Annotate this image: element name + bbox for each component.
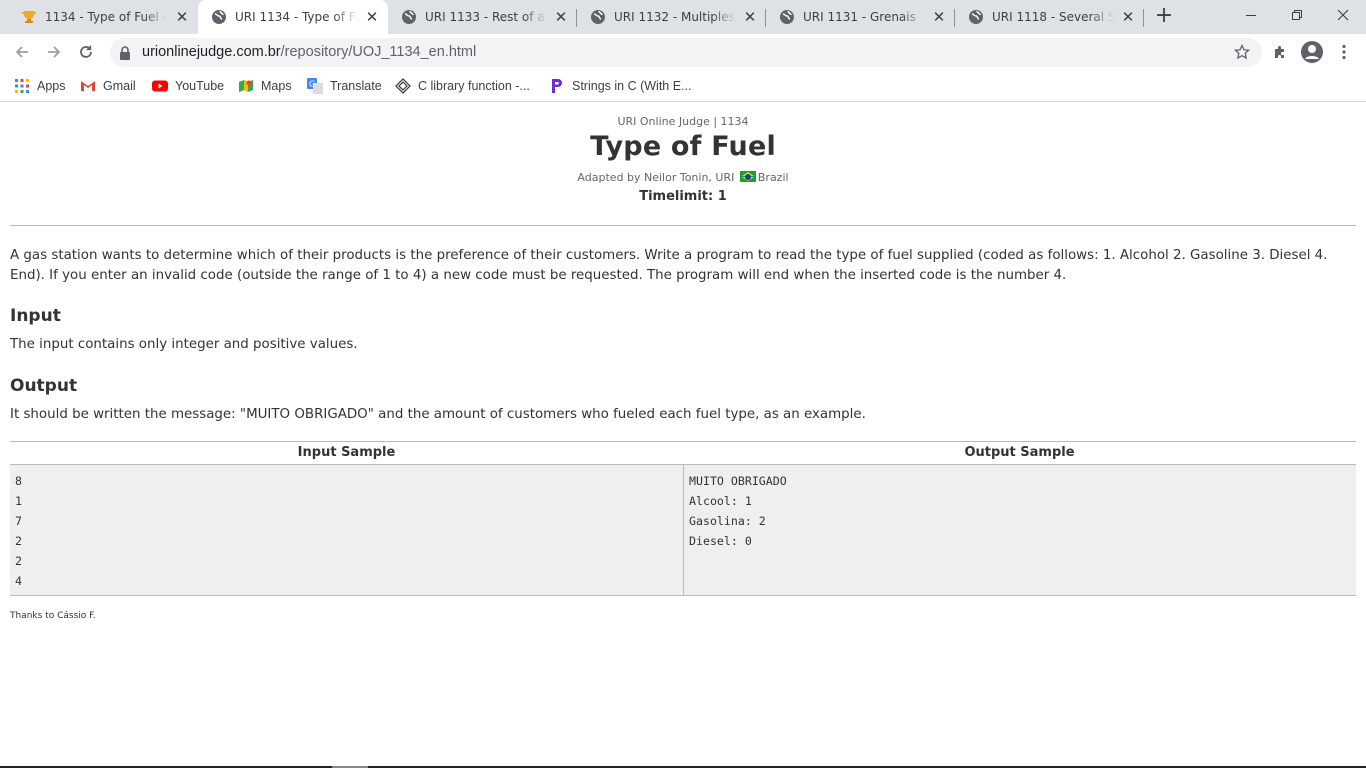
back-arrow-icon bbox=[15, 46, 28, 58]
problem-author: Adapted by Neilor Tonin, URI Brazil bbox=[0, 171, 1366, 184]
close-tab-icon[interactable]: ✕ bbox=[174, 9, 190, 25]
input-heading: Input bbox=[10, 306, 61, 326]
kebab-menu-icon bbox=[1342, 44, 1346, 60]
globe-icon bbox=[591, 10, 605, 24]
bookmark-apps[interactable]: Apps bbox=[14, 76, 66, 96]
bookmark-label: C library function -... bbox=[418, 79, 530, 93]
close-icon bbox=[1337, 9, 1349, 21]
c-library-icon bbox=[395, 78, 411, 94]
bookmarks-bar: Apps Gmail YouTube Maps G Translate C li… bbox=[0, 70, 1366, 102]
minimize-icon bbox=[1246, 15, 1256, 16]
gmail-icon bbox=[80, 78, 96, 94]
tab-1118-several-scores[interactable]: URI 1118 - Several Scores ✕ bbox=[955, 0, 1144, 34]
tab-title: URI 1134 - Type of Fuel bbox=[235, 10, 358, 24]
page-title: Type of Fuel bbox=[590, 131, 776, 162]
tab-title: URI 1118 - Several Scores bbox=[992, 10, 1114, 24]
input-sample-header: Input Sample bbox=[10, 442, 683, 465]
restore-icon bbox=[1292, 10, 1302, 20]
breadcrumb: URI Online Judge | 1134 bbox=[617, 115, 749, 128]
youtube-icon bbox=[152, 78, 168, 94]
tab-title: URI 1132 - Multiples of 13 bbox=[614, 10, 736, 24]
reload-button[interactable] bbox=[72, 38, 100, 66]
bookmark-label: Apps bbox=[37, 79, 66, 93]
lock-icon[interactable] bbox=[118, 45, 132, 61]
page-content: URI Online Judge | 1134 Type of Fuel Ada… bbox=[0, 103, 1366, 768]
author-text: Adapted by Neilor Tonin, URI bbox=[577, 171, 735, 184]
bookmark-label: Strings in C (With E... bbox=[572, 79, 692, 93]
close-tab-icon[interactable]: ✕ bbox=[1120, 9, 1136, 25]
apps-grid-icon bbox=[14, 78, 30, 94]
output-sample-box: MUITO OBRIGADO Alcool: 1 Gasolina: 2 Die… bbox=[684, 465, 1356, 596]
url-path: /repository/UOJ_1134_en.html bbox=[280, 44, 477, 60]
minimize-button[interactable] bbox=[1228, 0, 1274, 30]
close-tab-icon[interactable]: ✕ bbox=[742, 9, 758, 25]
problem-description: A gas station wants to determine which o… bbox=[10, 248, 1328, 283]
back-button[interactable] bbox=[8, 38, 36, 66]
forward-arrow-icon bbox=[48, 46, 61, 58]
bookmark-translate[interactable]: G Translate bbox=[307, 76, 382, 96]
tab-1131-grenais[interactable]: URI 1131 - Grenais ✕ bbox=[766, 0, 955, 34]
bookmark-label: Translate bbox=[330, 79, 382, 93]
close-window-button[interactable] bbox=[1320, 0, 1366, 30]
tab-1134-type-of-fuel[interactable]: URI 1134 - Type of Fuel ✕ bbox=[198, 0, 388, 34]
bookmark-label: Maps bbox=[261, 79, 292, 93]
input-description: The input contains only integer and posi… bbox=[10, 337, 358, 352]
output-sample-header: Output Sample bbox=[683, 442, 1356, 465]
bookmark-c-library[interactable]: C library function -... bbox=[395, 76, 530, 96]
tab-1133-rest-of-division[interactable]: URI 1133 - Rest of a Division ✕ bbox=[388, 0, 577, 34]
tab-strip: 1134 - Type of Fuel - URI Online Judge ✕… bbox=[0, 0, 1366, 34]
new-tab-button[interactable]: + bbox=[1152, 5, 1176, 29]
close-tab-icon[interactable]: ✕ bbox=[931, 9, 947, 25]
output-sample-text: MUITO OBRIGADO Alcool: 1 Gasolina: 2 Die… bbox=[689, 474, 787, 548]
maps-icon bbox=[238, 78, 254, 94]
tab-1134-uri[interactable]: 1134 - Type of Fuel - URI Online Judge ✕ bbox=[8, 0, 198, 34]
url-text: urionlinejudge.com.br/repository/UOJ_113… bbox=[142, 44, 476, 60]
input-sample-box: 8 1 7 2 2 4 bbox=[10, 465, 684, 596]
browser-toolbar: urionlinejudge.com.br/repository/UOJ_113… bbox=[0, 34, 1366, 70]
address-bar[interactable]: urionlinejudge.com.br/repository/UOJ_113… bbox=[110, 38, 1262, 67]
timelimit: Timelimit: 1 bbox=[639, 189, 727, 204]
avatar-icon bbox=[1301, 41, 1323, 63]
divider bbox=[10, 225, 1356, 226]
bookmark-youtube[interactable]: YouTube bbox=[152, 76, 224, 96]
url-host: urionlinejudge.com.br bbox=[142, 44, 281, 60]
input-sample-text: 8 1 7 2 2 4 bbox=[15, 474, 22, 588]
bookmark-maps[interactable]: Maps bbox=[238, 76, 292, 96]
bookmark-gmail[interactable]: Gmail bbox=[80, 76, 136, 96]
globe-icon bbox=[780, 10, 794, 24]
profile-button[interactable] bbox=[1300, 40, 1324, 64]
tab-title: URI 1133 - Rest of a Division bbox=[425, 10, 547, 24]
output-description: It should be written the message: "MUITO… bbox=[10, 407, 866, 422]
translate-icon: G bbox=[307, 78, 323, 94]
tab-title: 1134 - Type of Fuel - URI Online Judge bbox=[45, 10, 168, 24]
reload-icon bbox=[80, 45, 92, 58]
globe-icon bbox=[212, 10, 226, 24]
extensions-button[interactable] bbox=[1270, 42, 1290, 62]
forward-button[interactable] bbox=[40, 38, 68, 66]
bookmark-star-icon[interactable] bbox=[1234, 44, 1250, 60]
puzzle-icon bbox=[1275, 46, 1284, 58]
bookmark-label: YouTube bbox=[175, 79, 225, 93]
svg-text:G: G bbox=[309, 80, 315, 89]
country-name: Brazil bbox=[757, 171, 789, 184]
programiz-icon bbox=[549, 78, 565, 94]
tab-separator bbox=[1143, 9, 1144, 27]
bookmark-label: Gmail bbox=[103, 79, 136, 93]
output-heading: Output bbox=[10, 376, 78, 396]
bookmark-strings-in-c[interactable]: Strings in C (With E... bbox=[549, 76, 691, 96]
globe-icon bbox=[402, 10, 416, 24]
tab-1132-multiples[interactable]: URI 1132 - Multiples of 13 ✕ bbox=[577, 0, 766, 34]
thanks-note: Thanks to Cássio F. bbox=[10, 611, 96, 621]
uri-trophy-icon bbox=[22, 11, 36, 23]
tab-title: URI 1131 - Grenais bbox=[803, 10, 916, 24]
restore-button[interactable] bbox=[1274, 0, 1320, 30]
sample-table: Input Sample Output Sample 8 1 7 2 2 4 M… bbox=[10, 441, 1356, 596]
menu-button[interactable] bbox=[1334, 42, 1354, 62]
close-tab-icon[interactable]: ✕ bbox=[553, 9, 569, 25]
close-tab-icon[interactable]: ✕ bbox=[364, 9, 380, 25]
globe-icon bbox=[969, 10, 983, 24]
brazil-flag-icon bbox=[739, 171, 756, 182]
